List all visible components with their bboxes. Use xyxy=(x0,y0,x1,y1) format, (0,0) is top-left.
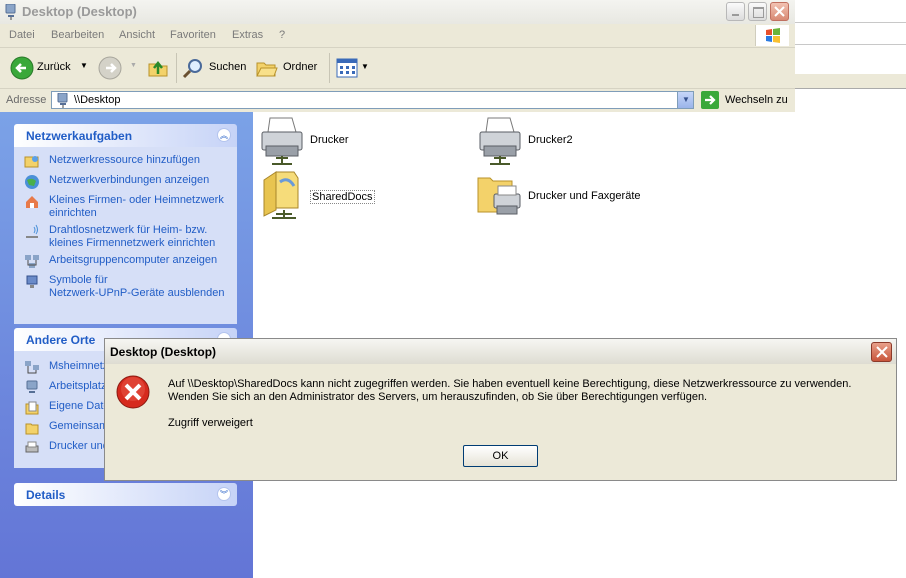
network-printer-icon xyxy=(479,117,521,165)
address-label: Adresse xyxy=(6,94,47,106)
menu-help[interactable]: ? xyxy=(279,29,285,41)
search-label: Suchen xyxy=(209,61,247,73)
address-value: \\Desktop xyxy=(74,94,121,106)
error-detail: Zugriff verweigert xyxy=(168,417,253,429)
network-tasks-panel: Netzwerkaufgaben ︽ Netzwerkressource hin… xyxy=(14,124,237,324)
chevron-down-icon: ▼ xyxy=(682,95,690,104)
minimize-icon xyxy=(732,14,739,16)
network-computer-icon xyxy=(57,93,68,108)
collapse-chevron-icon[interactable]: ︽ xyxy=(217,128,231,142)
shared-folder-icon xyxy=(25,423,39,435)
back-arrow-icon xyxy=(10,56,34,80)
maximize-button[interactable] xyxy=(748,2,767,21)
divider xyxy=(795,22,906,23)
search-icon xyxy=(182,59,202,79)
error-dialog: Desktop (Desktop) Auf \\Desktop\SharedDo… xyxy=(104,338,897,481)
expand-chevron-icon[interactable]: ︾ xyxy=(217,487,231,501)
address-input[interactable]: \\Desktop ▼ xyxy=(51,91,694,109)
forward-arrow-icon[interactable] xyxy=(98,56,122,80)
menu-favorites[interactable]: Favoriten xyxy=(170,29,216,41)
windows-flag-icon xyxy=(766,28,780,43)
dialog-close-button[interactable] xyxy=(871,342,892,362)
close-icon xyxy=(876,346,888,358)
menu-view[interactable]: Ansicht xyxy=(119,29,155,41)
back-dropdown-icon[interactable]: ▼ xyxy=(80,61,88,70)
menu-tools[interactable]: Extras xyxy=(232,29,263,41)
item-printers-and-faxes[interactable]: Drucker und Faxgeräte xyxy=(476,170,706,222)
error-message: Auf \\Desktop\SharedDocs kann nicht zuge… xyxy=(168,378,852,403)
folders-icon xyxy=(256,62,278,77)
printer-icon xyxy=(25,441,39,453)
views-dropdown-icon: ▼ xyxy=(361,62,369,71)
workgroup-computers-icon xyxy=(25,255,39,268)
background-toolbar xyxy=(795,74,906,89)
menu-file[interactable]: Datei xyxy=(9,29,35,41)
back-button[interactable]: Zurück ▼ xyxy=(8,55,88,81)
home-network-icon xyxy=(26,196,38,208)
divider xyxy=(795,44,906,45)
network-places-icon xyxy=(25,361,39,374)
details-title: Details xyxy=(26,488,66,502)
other-places-title: Andere Orte xyxy=(26,333,96,347)
up-folder-icon[interactable] xyxy=(146,56,170,80)
globe-connections-icon xyxy=(25,175,39,189)
menu-bar: Datei Bearbeiten Ansicht Favoriten Extra… xyxy=(0,24,795,48)
upnp-device-icon xyxy=(26,275,38,288)
close-button[interactable] xyxy=(770,2,789,21)
minimize-button[interactable] xyxy=(726,2,745,21)
network-printer-icon xyxy=(261,117,303,165)
folders-button[interactable]: Ordner xyxy=(255,55,323,81)
network-shared-folder-icon xyxy=(263,171,299,219)
wireless-icon xyxy=(26,224,38,238)
item-drucker[interactable]: Drucker xyxy=(258,116,458,166)
explorer-window: Desktop (Desktop) Datei Bearbeiten Ansic… xyxy=(0,0,795,578)
address-dropdown-button[interactable]: ▼ xyxy=(677,92,693,108)
back-label: Zurück xyxy=(37,61,71,73)
window-title: Desktop (Desktop) xyxy=(22,4,137,19)
item-label: Drucker und Faxgeräte xyxy=(528,190,641,202)
toolbar: Zurück ▼ ▼ Suchen Ordner ▼ xyxy=(0,48,795,89)
forward-dropdown-icon: ▼ xyxy=(130,62,137,69)
my-computer-icon xyxy=(26,380,38,393)
dialog-title: Desktop (Desktop) xyxy=(110,345,217,359)
windows-logo-area xyxy=(755,25,789,46)
go-label: Wechseln zu xyxy=(725,94,788,106)
separator xyxy=(329,53,330,83)
item-shareddocs[interactable]: SharedDocs xyxy=(258,170,458,222)
details-header[interactable]: Details ︾ xyxy=(14,483,237,506)
ok-button[interactable]: OK xyxy=(463,445,538,467)
item-label: SharedDocs xyxy=(310,190,375,204)
views-icon xyxy=(336,58,358,78)
printers-folder-icon xyxy=(477,177,521,215)
network-tasks-body: Netzwerkressource hinzufügen Netzwerkver… xyxy=(14,147,237,324)
menu-edit[interactable]: Bearbeiten xyxy=(51,29,104,41)
folders-label: Ordner xyxy=(283,61,318,73)
search-button[interactable]: Suchen xyxy=(181,55,247,81)
close-icon xyxy=(774,6,785,17)
details-panel: Details ︾ xyxy=(14,483,237,506)
network-tasks-title: Netzwerkaufgaben xyxy=(26,129,133,143)
background-window-area xyxy=(795,0,906,578)
item-label: Drucker xyxy=(310,134,349,146)
item-drucker2[interactable]: Drucker2 xyxy=(476,116,676,166)
network-computer-icon xyxy=(5,4,16,20)
maximize-icon xyxy=(753,7,764,18)
network-tasks-header[interactable]: Netzwerkaufgaben ︽ xyxy=(14,124,237,147)
views-button[interactable]: ▼ xyxy=(335,57,369,79)
item-label: Drucker2 xyxy=(528,134,573,146)
go-arrow-icon xyxy=(701,91,719,109)
dialog-title-bar[interactable]: Desktop (Desktop) xyxy=(105,339,896,364)
separator xyxy=(176,53,177,83)
add-network-place-icon xyxy=(24,156,39,168)
title-bar[interactable]: Desktop (Desktop) xyxy=(0,0,795,24)
my-documents-icon xyxy=(25,401,39,415)
error-icon xyxy=(116,375,150,409)
go-button[interactable]: Wechseln zu xyxy=(701,91,791,109)
